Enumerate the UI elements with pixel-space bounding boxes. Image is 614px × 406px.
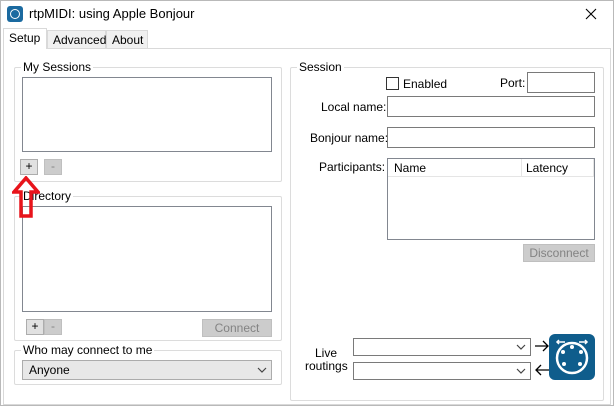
close-icon [585, 8, 597, 20]
directory-group: Directory + - Connect [14, 189, 282, 341]
who-may-connect-dropdown[interactable]: Anyone [22, 360, 272, 380]
bonjour-name-field[interactable] [387, 127, 595, 148]
participants-col-name[interactable]: Name [394, 161, 426, 175]
live-routings-label-line2: routings [305, 359, 348, 373]
tab-advanced[interactable]: Advanced [47, 30, 106, 49]
setup-tab-panel: My Sessions + - Directory + - Connect Wh… [3, 48, 611, 405]
my-sessions-title: My Sessions [21, 60, 94, 74]
connect-button[interactable]: Connect [202, 319, 272, 337]
tab-about[interactable]: About [106, 30, 148, 49]
who-may-connect-value: Anyone [29, 363, 70, 377]
local-name-field[interactable] [387, 96, 595, 117]
participants-label: Participants: [319, 160, 386, 174]
remove-session-button[interactable]: - [44, 159, 62, 175]
chevron-down-icon [516, 368, 526, 374]
remove-directory-button[interactable]: - [44, 319, 62, 335]
routing-in-dropdown[interactable] [353, 338, 531, 356]
midi-logo [549, 334, 595, 380]
title-bar: rtpMIDI: using Apple Bonjour [1, 1, 613, 27]
tab-setup[interactable]: Setup [3, 28, 47, 49]
enabled-label: Enabled [403, 77, 448, 91]
session-title: Session [297, 60, 344, 74]
participants-col-latency[interactable]: Latency [526, 161, 568, 175]
my-sessions-group: My Sessions + - [14, 60, 282, 182]
add-session-button[interactable]: + [20, 159, 38, 175]
my-sessions-list[interactable] [22, 77, 272, 152]
who-may-connect-group: Who may connect to me Anyone [14, 343, 282, 385]
add-directory-button[interactable]: + [26, 319, 44, 335]
disconnect-button[interactable]: Disconnect [523, 244, 595, 262]
participants-list[interactable]: Name Latency [387, 158, 595, 240]
midi-connector-icon [555, 339, 589, 375]
chevron-down-icon [516, 344, 526, 350]
live-routings-label-line1: Live [315, 346, 338, 360]
who-may-connect-title: Who may connect to me [21, 343, 155, 357]
rtpmidi-app-icon [7, 6, 23, 22]
port-label: Port: [500, 76, 526, 90]
routing-out-dropdown[interactable] [353, 362, 531, 380]
chevron-down-icon [257, 367, 267, 373]
participants-header: Name Latency [388, 159, 594, 177]
arrow-right-icon [535, 340, 549, 352]
port-field[interactable] [527, 72, 595, 93]
arrow-left-icon [535, 364, 549, 376]
directory-list[interactable] [22, 206, 272, 312]
window-title: rtpMIDI: using Apple Bonjour [29, 6, 195, 21]
annotation-arrow-up-icon [12, 176, 40, 218]
enabled-checkbox[interactable] [386, 77, 399, 90]
tab-strip: Setup Advanced About [3, 28, 611, 49]
app-window: rtpMIDI: using Apple Bonjour Setup Advan… [0, 0, 614, 406]
column-separator [593, 159, 594, 177]
local-name-label: Local name: [321, 100, 387, 114]
bonjour-name-label: Bonjour name: [310, 131, 389, 145]
close-button[interactable] [569, 1, 613, 27]
column-separator [521, 159, 522, 177]
